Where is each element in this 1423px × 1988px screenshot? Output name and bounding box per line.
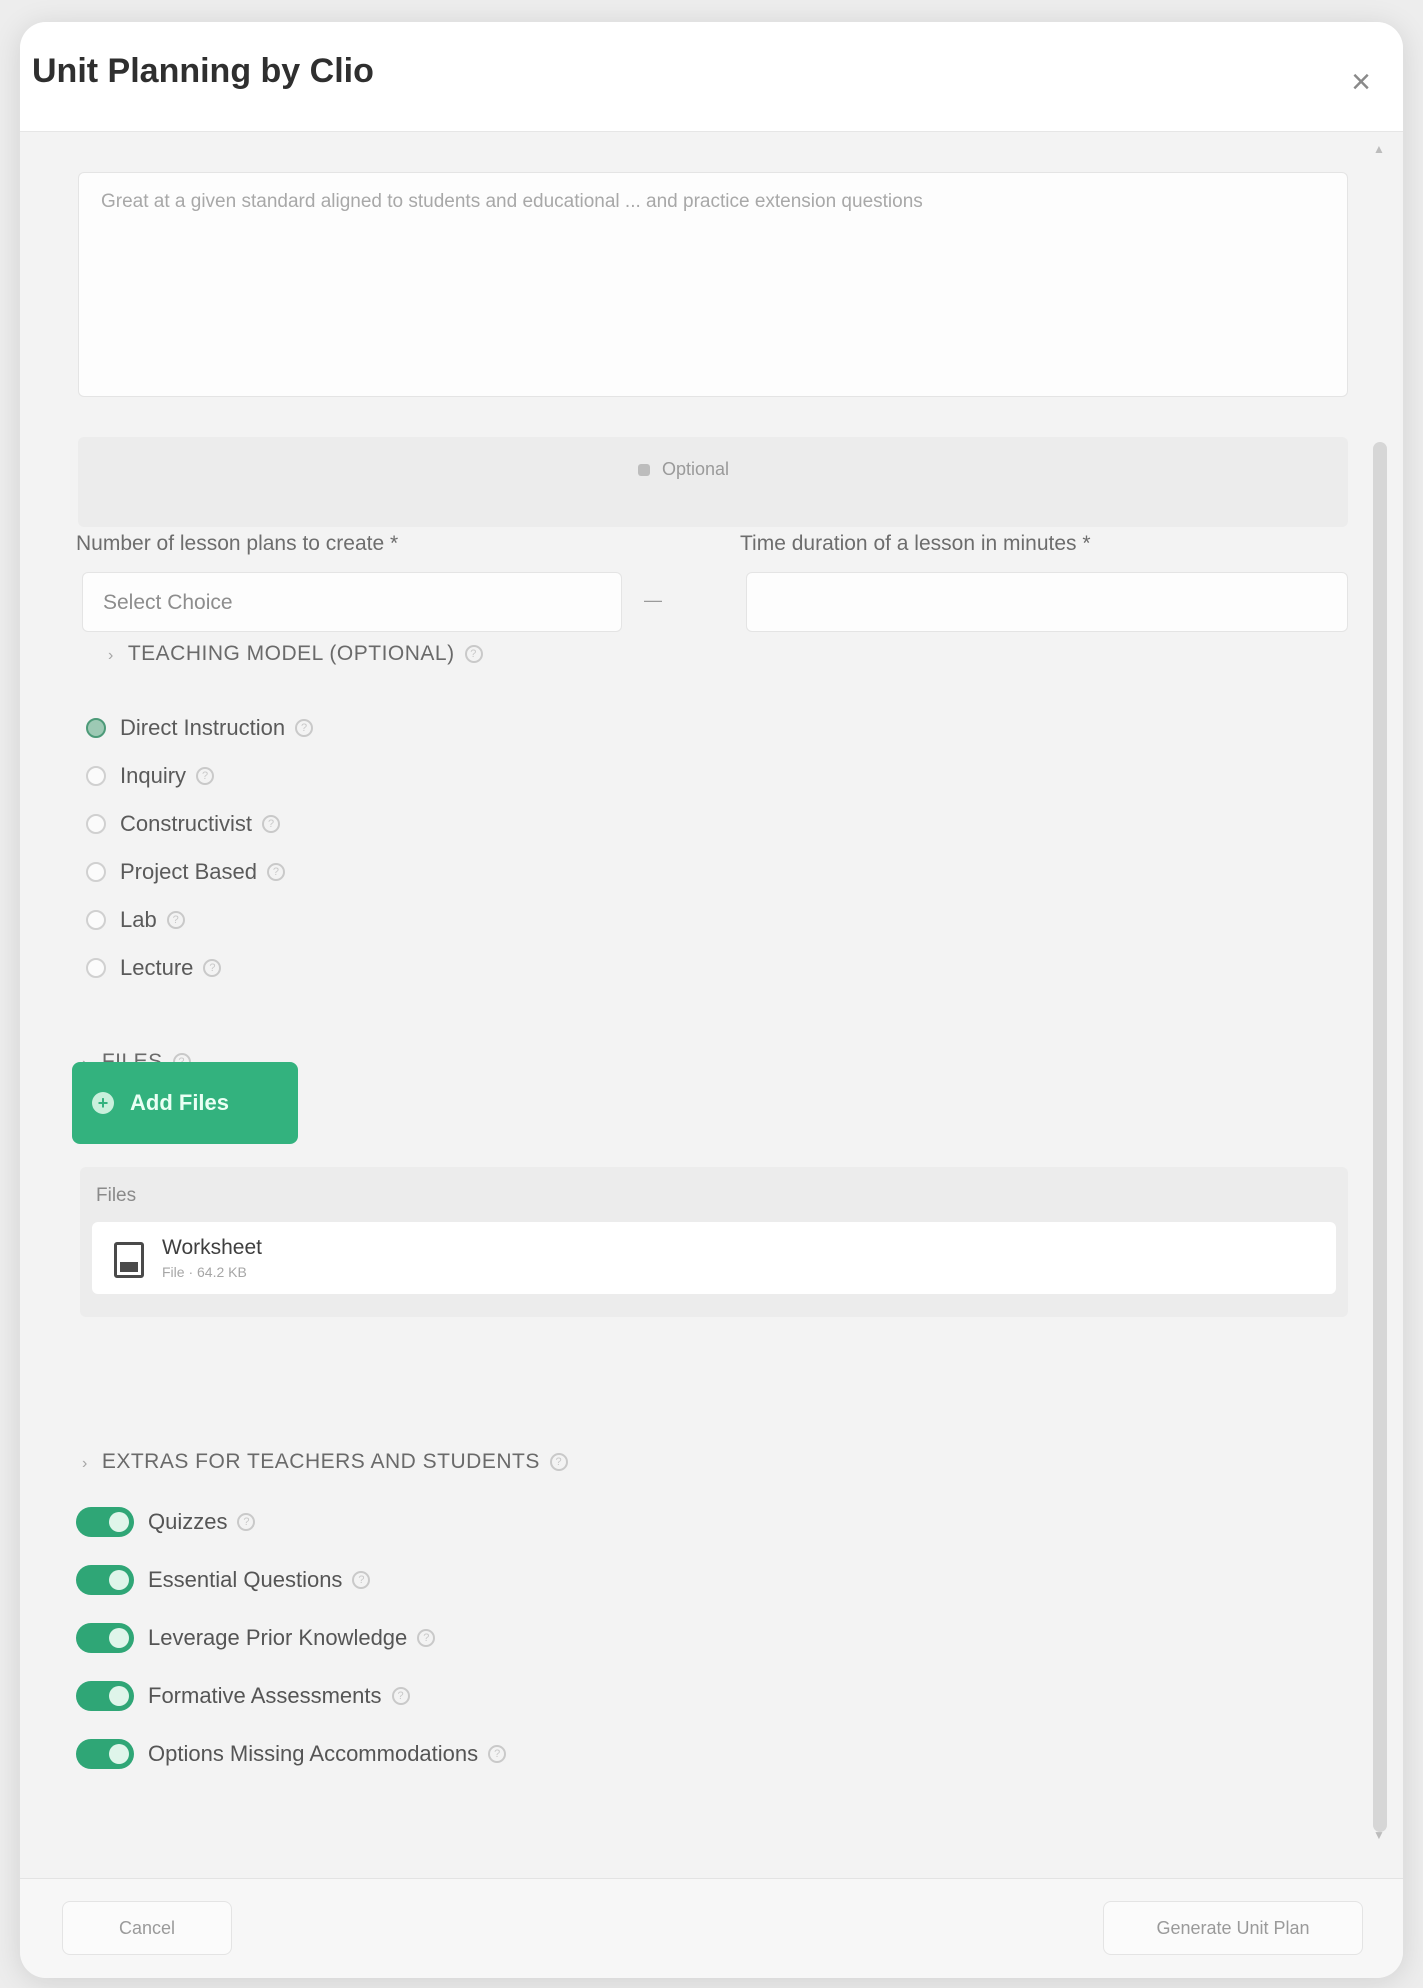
- question-icon[interactable]: ?: [166, 911, 185, 929]
- file-icon: [114, 1242, 144, 1278]
- radio-label: Constructivist: [120, 811, 253, 836]
- toggle-label: Options Missing Accommodations: [148, 1741, 479, 1766]
- toggle-switch[interactable]: [76, 1623, 134, 1653]
- radio-direct-instruction[interactable]: Direct Instruction ?: [86, 712, 314, 744]
- question-icon[interactable]: ?: [203, 959, 222, 977]
- toggle-switch[interactable]: [76, 1565, 134, 1595]
- generate-button[interactable]: Generate Unit Plan: [1103, 1901, 1363, 1955]
- scroll-up-icon[interactable]: ▲: [1373, 142, 1385, 156]
- toggle-row-accommodations[interactable]: Options Missing Accommodations ?: [76, 1736, 507, 1772]
- toggle-row-quizzes[interactable]: Quizzes ?: [76, 1504, 256, 1540]
- toggle-label: Essential Questions: [148, 1567, 343, 1592]
- radio-label: Lab: [120, 907, 157, 932]
- description-textarea[interactable]: Great at a given standard aligned to stu…: [78, 172, 1348, 397]
- files-panel: Files Worksheet File · 64.2 KB: [80, 1167, 1348, 1317]
- files-panel-label: Files: [96, 1185, 137, 1206]
- form-scroll-area[interactable]: Great at a given standard aligned to stu…: [20, 132, 1403, 1902]
- toggle-row-formative-assessments[interactable]: Formative Assessments ?: [76, 1678, 410, 1714]
- radio-project-based[interactable]: Project Based ?: [86, 856, 285, 888]
- lessons-count-select[interactable]: Select Choice: [82, 572, 622, 632]
- scroll-down-icon[interactable]: ▼: [1373, 1828, 1385, 1842]
- question-icon[interactable]: ?: [549, 1453, 568, 1472]
- teaching-model-heading[interactable]: › TEACHING MODEL (OPTIONAL)?: [108, 642, 483, 666]
- question-icon[interactable]: ?: [352, 1571, 371, 1589]
- lesson-duration-label: Time duration of a lesson in minutes *: [740, 532, 1091, 555]
- question-icon[interactable]: ?: [391, 1687, 410, 1705]
- radio-inquiry[interactable]: Inquiry ?: [86, 760, 215, 792]
- lessons-count-label: Number of lesson plans to create *: [76, 532, 399, 555]
- question-icon[interactable]: ?: [237, 1513, 256, 1531]
- radio-control[interactable]: [86, 862, 106, 882]
- add-files-button[interactable]: + Add Files: [72, 1062, 298, 1144]
- radio-control[interactable]: [86, 814, 106, 834]
- radio-control[interactable]: [86, 910, 106, 930]
- radio-control[interactable]: [86, 766, 106, 786]
- toggle-switch[interactable]: [76, 1507, 134, 1537]
- radio-lab[interactable]: Lab ?: [86, 904, 185, 936]
- toggle-row-essential-questions[interactable]: Essential Questions ?: [76, 1562, 371, 1598]
- lesson-duration-input[interactable]: [746, 572, 1348, 632]
- radio-label: Direct Instruction: [120, 715, 286, 740]
- file-meta: File · 64.2 KB: [162, 1264, 247, 1280]
- toggle-label: Quizzes: [148, 1509, 228, 1534]
- question-icon[interactable]: ?: [464, 645, 483, 664]
- chevron-down-icon[interactable]: —: [644, 590, 662, 611]
- optional-label: Optional: [662, 459, 730, 479]
- cancel-button[interactable]: Cancel: [62, 1901, 232, 1955]
- plus-icon: +: [92, 1092, 114, 1114]
- question-icon[interactable]: ?: [295, 719, 314, 737]
- toggle-switch[interactable]: [76, 1739, 134, 1769]
- radio-control[interactable]: [86, 718, 106, 738]
- file-card[interactable]: Worksheet File · 64.2 KB: [92, 1222, 1336, 1294]
- scrollbar[interactable]: ▲ ▼: [1369, 142, 1391, 1842]
- question-icon[interactable]: ?: [488, 1745, 507, 1763]
- question-icon[interactable]: ?: [196, 767, 215, 785]
- modal-header: Unit Planning by Clio ×: [20, 22, 1403, 132]
- question-icon[interactable]: ?: [266, 863, 285, 881]
- toggle-label: Formative Assessments: [148, 1683, 382, 1708]
- toggle-switch[interactable]: [76, 1681, 134, 1711]
- radio-label: Project Based: [120, 859, 257, 884]
- caret-icon: [638, 464, 650, 477]
- toggle-label: Leverage Prior Knowledge: [148, 1625, 408, 1650]
- chevron-icon: ›: [82, 1455, 88, 1472]
- radio-lecture[interactable]: Lecture ?: [86, 952, 222, 984]
- modal-footer: Cancel Generate Unit Plan: [20, 1878, 1403, 1978]
- modal-title: Unit Planning by Clio: [32, 52, 374, 90]
- radio-label: Lecture: [120, 955, 194, 980]
- radio-control[interactable]: [86, 958, 106, 978]
- optional-toggle[interactable]: Optional: [638, 459, 729, 480]
- scrollbar-thumb[interactable]: [1373, 442, 1387, 1832]
- radio-label: Inquiry: [120, 763, 187, 788]
- extras-heading[interactable]: › EXTRAS FOR TEACHERS AND STUDENTS?: [82, 1450, 568, 1474]
- chevron-icon: ›: [108, 647, 114, 664]
- question-icon[interactable]: ?: [262, 815, 281, 833]
- optional-divider: Optional: [78, 437, 1348, 527]
- add-files-label: Add Files: [130, 1090, 230, 1115]
- extras-heading-label: EXTRAS FOR TEACHERS AND STUDENTS: [101, 1450, 540, 1473]
- unit-planning-modal: Unit Planning by Clio × Great at a given…: [20, 22, 1403, 1978]
- file-name: Worksheet: [162, 1236, 262, 1259]
- teaching-model-heading-label: TEACHING MODEL (OPTIONAL): [127, 642, 455, 665]
- toggle-row-prior-knowledge[interactable]: Leverage Prior Knowledge ?: [76, 1620, 436, 1656]
- radio-constructivist[interactable]: Constructivist ?: [86, 808, 281, 840]
- close-icon[interactable]: ×: [1341, 62, 1381, 102]
- question-icon[interactable]: ?: [417, 1629, 436, 1647]
